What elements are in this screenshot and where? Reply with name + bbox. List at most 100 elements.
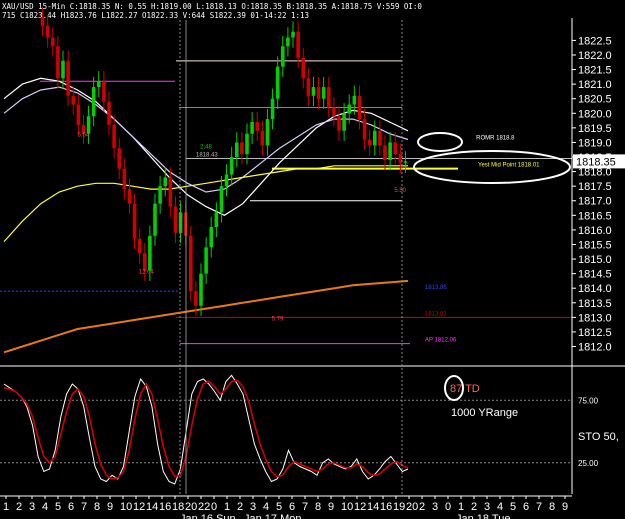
price-tick-label: 1817.5 <box>578 181 612 193</box>
time-tick-label: 18 <box>172 501 184 513</box>
time-tick-label: 7 <box>302 501 308 513</box>
candle-body <box>214 212 219 227</box>
price-tick-label: 1813.0 <box>578 312 612 324</box>
candle-body <box>316 87 321 99</box>
time-tick-label: 2 <box>237 501 243 513</box>
price-tick-label: 1821.0 <box>578 79 612 91</box>
date-label: Jan 17 Mon <box>244 513 301 519</box>
candle-body <box>291 31 295 38</box>
candle-body <box>275 66 280 99</box>
candle-body <box>342 113 346 131</box>
price-tick-label: 1817.0 <box>578 196 612 208</box>
candle-body <box>234 142 239 158</box>
level-label: 1818.43 <box>196 152 218 158</box>
candle-body <box>158 186 162 204</box>
time-tick-label: 9 <box>107 501 113 513</box>
header-line-1: XAU/USD 15-Min C:1818.35 N: 0.55 H:1819.… <box>2 2 422 11</box>
candle-body <box>56 46 60 79</box>
candle-body <box>352 95 357 105</box>
price-tick-label: 1820.0 <box>578 108 612 120</box>
yrange-label: 1000 YRange <box>451 407 518 419</box>
candle-body <box>188 235 193 292</box>
candle-body <box>117 148 122 169</box>
time-tick-label: 3 <box>250 501 256 513</box>
candle-body <box>96 81 101 88</box>
candle-body <box>321 87 326 99</box>
candle-body <box>153 203 157 236</box>
candle-body <box>393 142 398 155</box>
candle-body <box>112 124 116 149</box>
date-label: Jan 18 Tue <box>456 513 510 519</box>
candle-body <box>362 119 367 140</box>
candle-body <box>372 130 377 146</box>
time-tick-label: 3 <box>484 501 490 513</box>
time-tick-label: 20 <box>185 501 197 513</box>
price-annotation: 12.04 <box>139 270 155 276</box>
candle-body <box>209 226 214 248</box>
candle-body <box>61 60 65 79</box>
candle-body <box>388 142 392 160</box>
time-tick-label: 8 <box>94 501 100 513</box>
level-label: 1813.86 <box>425 285 447 291</box>
price-tick-label: 1821.5 <box>578 65 612 77</box>
candle-body <box>102 81 106 102</box>
time-tick-label: 6 <box>68 501 74 513</box>
price-tick-label: 1812.0 <box>578 342 612 354</box>
candle-body <box>40 17 45 26</box>
price-annotation: 5.79 <box>272 316 284 322</box>
time-tick-label: 12 <box>133 501 145 513</box>
price-tick-label: 1819.0 <box>578 137 612 149</box>
price-tick-label: 1815.0 <box>578 254 612 266</box>
candle-body <box>163 177 168 187</box>
stochastic-tick-label: 75.00 <box>578 396 599 405</box>
price-tick-label: 1814.5 <box>578 269 612 281</box>
time-tick-label: 4 <box>263 501 269 513</box>
price-tick-label: 1820.5 <box>578 94 612 106</box>
price-tick-label: 1818.0 <box>578 167 612 179</box>
candle-body <box>245 133 249 155</box>
price-tick-label: 1819.5 <box>578 123 612 135</box>
candle-body <box>148 235 152 271</box>
stochastic-tick-label: 25.00 <box>578 459 599 468</box>
time-tick-label: 7 <box>81 501 87 513</box>
price-tick-label: 1822.5 <box>578 35 612 47</box>
candle-body <box>286 37 290 47</box>
time-tick-label: 14 <box>146 501 158 513</box>
candle-body <box>260 130 265 146</box>
time-tick-label: 4 <box>497 501 503 513</box>
time-tick-label: 6 <box>523 501 529 513</box>
price-tick-label: 1812.5 <box>578 327 612 339</box>
price-tick-label: 1814.0 <box>578 283 612 295</box>
time-tick-label: 10 <box>120 501 132 513</box>
td-label: 87 TD <box>450 383 480 395</box>
time-tick-label: 12 <box>354 501 366 513</box>
time-tick-label: 6 <box>289 501 295 513</box>
price-annotation: ROMR 1818.8 <box>476 136 515 142</box>
candle-body <box>347 104 352 114</box>
candle-body <box>250 122 254 134</box>
chart-canvas: XAU/USD 15-Min C:1818.35 N: 0.55 H:1819.… <box>0 0 625 519</box>
candle-body <box>337 116 341 131</box>
price-tick-label: 1816.5 <box>578 210 612 222</box>
candle-body <box>76 104 81 125</box>
level-label: Yest Mid Point 1818.01 <box>478 163 540 169</box>
time-tick-label: 16 <box>380 501 392 513</box>
candle-body <box>66 60 70 96</box>
candle-body <box>199 273 203 306</box>
time-tick-label: 2 <box>16 501 22 513</box>
candle-body <box>265 119 270 146</box>
time-tick-label: 16 <box>159 501 171 513</box>
candle-body <box>86 116 91 134</box>
candle-body <box>383 145 387 160</box>
time-tick-label: 1 <box>458 501 464 513</box>
time-tick-label: 14 <box>367 501 379 513</box>
time-tick-label: 2 <box>419 501 425 513</box>
candle-body <box>403 161 408 163</box>
candle-body <box>270 98 275 120</box>
candle-body <box>168 177 173 207</box>
time-tick-label: 9 <box>328 501 334 513</box>
candle-body <box>255 122 260 131</box>
candle-body <box>301 57 306 79</box>
candle-body <box>50 37 55 47</box>
candle-body <box>122 168 127 190</box>
